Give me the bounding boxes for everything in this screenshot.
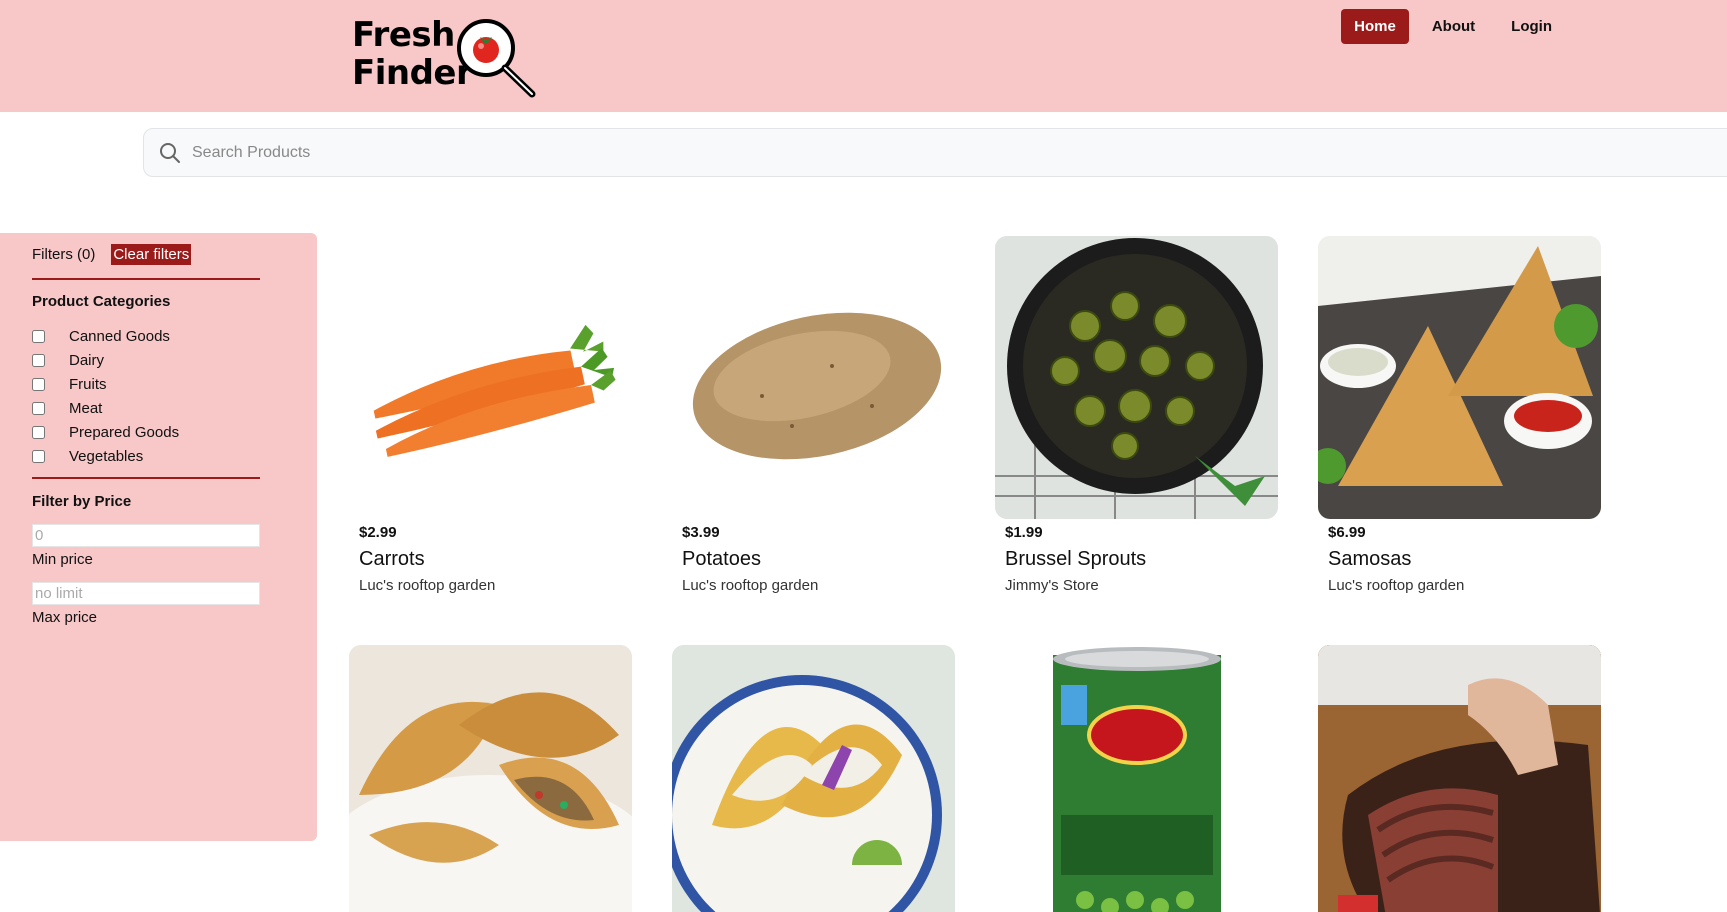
- product-card-carrots[interactable]: $2.99 Carrots Luc's rooftop garden: [349, 236, 632, 594]
- category-list: Canned Goods Dairy Fruits Meat Prepared …: [32, 324, 179, 468]
- product-image[interactable]: [1318, 645, 1601, 912]
- brisket-board: [1318, 645, 1601, 912]
- product-card[interactable]: [349, 645, 632, 912]
- product-card[interactable]: [672, 645, 955, 912]
- product-name[interactable]: Samosas: [1328, 548, 1411, 571]
- search-bar: [143, 128, 1727, 177]
- category-checkbox[interactable]: [32, 377, 45, 391]
- search-input[interactable]: [192, 143, 1592, 162]
- category-checkbox[interactable]: [32, 449, 45, 463]
- product-image[interactable]: [349, 645, 632, 912]
- top-header: Fresh Finder Home About Login: [0, 0, 1727, 112]
- divider: [32, 477, 260, 479]
- category-prepared-goods[interactable]: Prepared Goods: [32, 420, 179, 444]
- price-filter-title: Filter by Price: [32, 493, 132, 510]
- product-card-potatoes[interactable]: $3.99 Potatoes Luc's rooftop garden: [672, 236, 955, 594]
- category-label: Vegetables: [69, 447, 144, 465]
- product-name[interactable]: Carrots: [359, 548, 425, 571]
- product-store: Luc's rooftop garden: [359, 577, 496, 594]
- category-checkbox[interactable]: [32, 425, 45, 439]
- product-card[interactable]: [995, 645, 1278, 912]
- category-fruits[interactable]: Fruits: [32, 372, 179, 396]
- divider: [32, 278, 260, 280]
- product-store: Jimmy's Store: [1005, 577, 1099, 594]
- product-price: $2.99: [359, 524, 397, 541]
- clear-filters-button[interactable]: Clear filters: [111, 244, 192, 265]
- fresh-finder-logo[interactable]: Fresh Finder: [352, 16, 542, 100]
- filters-header: Filters (0) Clear filters: [32, 244, 192, 265]
- product-name[interactable]: Brussel Sprouts: [1005, 548, 1146, 571]
- nav-login-link[interactable]: Login: [1498, 9, 1565, 44]
- category-meat[interactable]: Meat: [32, 396, 179, 420]
- product-store: Luc's rooftop garden: [1328, 577, 1465, 594]
- samosa-plate: [1318, 236, 1601, 519]
- nav-home-button[interactable]: Home: [1341, 9, 1409, 44]
- product-card-samosas[interactable]: $6.99 Samosas Luc's rooftop garden: [1318, 236, 1601, 594]
- empanadas-plate: [349, 645, 632, 912]
- filters-count: Filters (0): [32, 246, 96, 263]
- category-vegetables[interactable]: Vegetables: [32, 444, 179, 468]
- search-icon: [160, 142, 180, 163]
- sweet-peas-can: [1053, 647, 1221, 912]
- category-label: Meat: [69, 399, 103, 417]
- product-image[interactable]: [995, 236, 1278, 519]
- product-image[interactable]: [672, 236, 955, 519]
- magnifier-tomato-icon: [457, 19, 536, 98]
- product-card[interactable]: [1318, 645, 1601, 912]
- min-price-label: Min price: [32, 551, 93, 568]
- category-checkbox[interactable]: [32, 329, 45, 343]
- category-label: Canned Goods: [69, 327, 170, 345]
- product-image[interactable]: [349, 236, 632, 519]
- category-label: Prepared Goods: [69, 423, 180, 441]
- max-price-input[interactable]: [32, 582, 260, 605]
- product-store: Luc's rooftop garden: [682, 577, 819, 594]
- category-dairy[interactable]: Dairy: [32, 348, 179, 372]
- brussel-sprouts-pan: [995, 236, 1278, 519]
- categories-title: Product Categories: [32, 293, 171, 310]
- category-label: Fruits: [69, 375, 107, 393]
- category-canned-goods[interactable]: Canned Goods: [32, 324, 179, 348]
- fish-tacos-plate: [672, 645, 955, 912]
- product-price: $1.99: [1005, 524, 1043, 541]
- category-checkbox[interactable]: [32, 353, 45, 367]
- product-image[interactable]: [672, 645, 955, 912]
- main-nav: Home About Login: [1341, 9, 1565, 44]
- product-card-brussel-sprouts[interactable]: $1.99 Brussel Sprouts Jimmy's Store: [995, 236, 1278, 594]
- category-label: Dairy: [69, 351, 105, 369]
- min-price-input[interactable]: [32, 524, 260, 547]
- product-name[interactable]: Potatoes: [682, 548, 761, 571]
- product-image[interactable]: [1318, 236, 1601, 519]
- max-price-label: Max price: [32, 609, 98, 626]
- filter-sidebar: Filters (0) Clear filters Product Catego…: [0, 233, 317, 841]
- category-checkbox[interactable]: [32, 401, 45, 415]
- carrot-icon: [373, 324, 616, 457]
- product-price: $3.99: [682, 524, 720, 541]
- nav-about-link[interactable]: About: [1419, 9, 1488, 44]
- product-image[interactable]: [995, 645, 1278, 912]
- product-price: $6.99: [1328, 524, 1366, 541]
- potato-icon: [692, 312, 942, 460]
